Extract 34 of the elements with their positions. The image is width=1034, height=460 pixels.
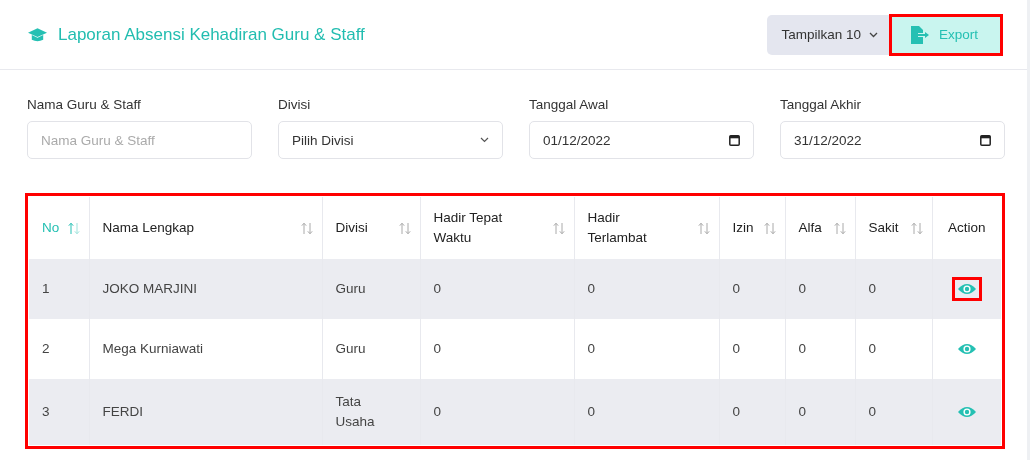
table-cell: 3 [29, 379, 89, 445]
table-cell: 0 [574, 379, 719, 445]
table-cell: 0 [420, 259, 574, 319]
page-title: Laporan Absensi Kehadiran Guru & Staff [58, 24, 365, 45]
table-cell: 1 [29, 259, 89, 319]
division-select[interactable]: Pilih Divisi [278, 121, 503, 159]
field-label: Divisi [278, 97, 312, 112]
table-cell: JOKO MARJINI [89, 259, 322, 319]
date-field[interactable]: 31/12/2022 [780, 121, 1005, 159]
name-search-field[interactable]: Nama Guru & Staff [27, 121, 252, 159]
table-cell: 0 [855, 259, 932, 319]
chevron-down-icon [869, 31, 878, 38]
view-eye-icon[interactable] [952, 278, 981, 300]
calendar-icon [980, 134, 991, 146]
calendar-icon [729, 134, 740, 146]
chevron-down-icon [480, 137, 489, 143]
column-header[interactable]: Action [932, 197, 1001, 259]
graduation-cap-icon [28, 27, 47, 42]
table-cell: 0 [785, 379, 855, 445]
date-field[interactable]: 01/12/2022 [529, 121, 754, 159]
table-cell: FERDI [89, 379, 322, 445]
field-label: Tanggal Awal [529, 97, 610, 112]
field-label: Nama Guru & Staff [27, 97, 142, 112]
table-cell: Guru [322, 259, 420, 319]
table-cell: Tata Usaha [322, 379, 420, 445]
table-cell: 0 [855, 379, 932, 445]
table-cell: 0 [719, 259, 785, 319]
table-cell: 0 [574, 259, 719, 319]
table-cell: 0 [785, 259, 855, 319]
table-cell: 0 [719, 379, 785, 445]
file-export-icon [911, 25, 930, 44]
field-label: Tanggal Akhir [780, 97, 863, 112]
table-cell: 0 [420, 379, 574, 445]
page-size-dropdown[interactable]: Tampilkan 10 [767, 14, 890, 55]
